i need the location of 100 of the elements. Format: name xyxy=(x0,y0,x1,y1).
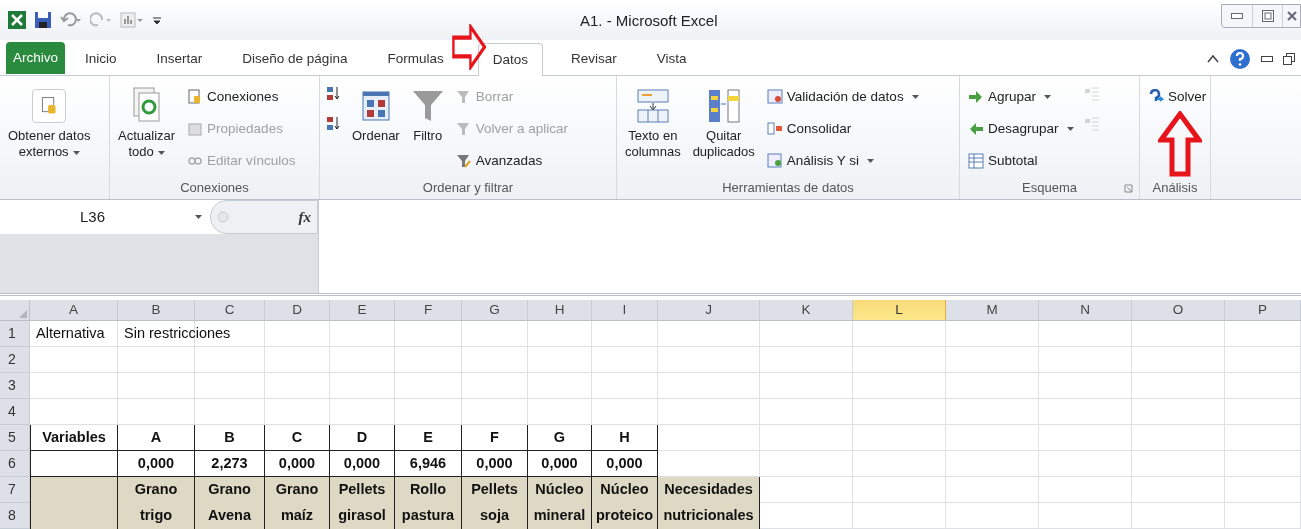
ribbon-tab[interactable]: Inicio xyxy=(71,43,131,75)
file-tab[interactable]: Archivo xyxy=(6,42,65,74)
ribbon-button[interactable]: Conexiones xyxy=(183,84,300,110)
ribbon-button[interactable]: Análisis Y si xyxy=(762,148,923,174)
ribbon-button[interactable]: Texto en columnas xyxy=(621,80,685,160)
column-header[interactable]: I xyxy=(592,300,658,320)
minimize-icon[interactable] xyxy=(1261,56,1273,62)
table-cell: A xyxy=(118,425,195,451)
table-cell xyxy=(462,373,528,399)
table-cell: E xyxy=(395,425,462,451)
row-header[interactable]: 2 xyxy=(0,347,30,373)
table-cell xyxy=(462,399,528,425)
table-icon xyxy=(766,153,783,169)
ribbon-tab[interactable]: Diseño de página xyxy=(228,43,362,75)
column-header[interactable]: A xyxy=(30,300,118,320)
table-cell: F xyxy=(462,425,528,451)
dialog-launcher-icon[interactable] xyxy=(1124,183,1133,193)
column-header[interactable]: F xyxy=(395,300,462,320)
ribbon-tab[interactable]: Insertar xyxy=(142,43,217,75)
cancel-icon xyxy=(217,211,229,223)
ribbon-tab[interactable]: Revisar xyxy=(556,43,631,75)
ribbon-button[interactable]: Quitar duplicados xyxy=(688,80,759,160)
row-header[interactable]: 8 xyxy=(0,503,30,529)
table-cell: Núcleo xyxy=(592,477,658,503)
row-header[interactable]: 1 xyxy=(0,321,30,347)
table-cell xyxy=(462,347,528,373)
ribbon-button[interactable]: Filtro xyxy=(407,80,448,144)
table-cell: mineral xyxy=(528,503,592,529)
column-header[interactable]: O xyxy=(1132,300,1225,320)
ribbon-button[interactable]: Obtener datos externos xyxy=(4,80,95,160)
table-cell: trigo xyxy=(118,503,195,529)
save-icon[interactable] xyxy=(34,11,52,29)
spreadsheet-logo-icon[interactable] xyxy=(8,11,26,29)
table-cell xyxy=(592,399,658,425)
funnel-icon xyxy=(455,121,472,137)
chart-icon[interactable] xyxy=(120,12,144,28)
column-header[interactable]: B xyxy=(118,300,195,320)
table-cell xyxy=(195,347,265,373)
ribbon-button[interactable]: Ordenar xyxy=(348,80,404,144)
arrow-right-icon xyxy=(968,89,984,105)
column-header[interactable]: M xyxy=(946,300,1039,320)
collapse-ribbon-icon[interactable] xyxy=(1207,54,1219,64)
restore-icon xyxy=(1261,10,1274,22)
ribbon-button[interactable]: Desagrupar xyxy=(964,116,1078,142)
row-header[interactable]: 3 xyxy=(0,373,30,399)
column-header[interactable]: C xyxy=(195,300,265,320)
row-header[interactable]: 7 xyxy=(0,477,30,503)
ribbon-tab[interactable]: Vista xyxy=(642,43,701,75)
column-header[interactable]: N xyxy=(1039,300,1132,320)
column-header[interactable]: L xyxy=(853,300,946,320)
table-cell: D xyxy=(330,425,395,451)
column-header[interactable]: G xyxy=(462,300,528,320)
help-icon[interactable] xyxy=(1229,48,1251,70)
table-cell: proteico xyxy=(592,503,658,529)
table-cell xyxy=(195,399,265,425)
ribbon-button[interactable]: Subtotal xyxy=(964,148,1078,174)
ribbon-tab[interactable]: Formulas xyxy=(373,43,458,75)
table-cell xyxy=(528,373,592,399)
arrow-left-icon xyxy=(968,121,984,137)
column-header[interactable]: P xyxy=(1225,300,1301,320)
ribbon-button[interactable]: Validación de datos xyxy=(762,84,923,110)
document-icon xyxy=(32,89,67,123)
group-label: Ordenar y filtrar xyxy=(422,179,514,198)
row-header[interactable]: 5 xyxy=(0,425,30,451)
table-cell: G xyxy=(528,425,592,451)
row-header[interactable]: 6 xyxy=(0,451,30,477)
group-label: Herramientas de datos xyxy=(722,179,854,198)
ribbon-button[interactable]: Actualizar todo xyxy=(114,80,180,160)
cell-text: Sin restricciones xyxy=(124,323,231,343)
funnel-icon xyxy=(455,89,472,105)
annotation-arrow xyxy=(452,24,486,70)
table-cell xyxy=(195,373,265,399)
table-cell xyxy=(330,399,395,425)
group-label: Conexiones xyxy=(180,179,249,198)
table-cell xyxy=(330,373,395,399)
column-header[interactable]: H xyxy=(528,300,592,320)
row-header[interactable]: 4 xyxy=(0,399,30,425)
restore-icon[interactable] xyxy=(1283,53,1295,65)
table-cell xyxy=(395,347,462,373)
ribbon-button[interactable]: Consolidar xyxy=(762,116,923,142)
group-label: Análisis xyxy=(1152,179,1198,198)
insert-function-button[interactable]: fx xyxy=(298,205,311,229)
table-cell xyxy=(265,373,330,399)
table-cell: C xyxy=(265,425,330,451)
close-icon xyxy=(1286,11,1297,21)
ribbon-button[interactable]: Agrupar xyxy=(964,84,1078,110)
undo-icon[interactable] xyxy=(60,12,82,28)
column-header[interactable]: J xyxy=(658,300,760,320)
name-box[interactable]: L36 xyxy=(0,200,210,234)
column-header[interactable]: E xyxy=(330,300,395,320)
close-button[interactable] xyxy=(1282,5,1300,27)
table-cell: H xyxy=(592,425,658,451)
ribbon-button[interactable]: Solver xyxy=(1144,84,1211,110)
column-header[interactable]: D xyxy=(265,300,330,320)
table-cell xyxy=(395,373,462,399)
table-icon xyxy=(635,88,670,124)
checklist-icon xyxy=(766,89,783,105)
ribbon-button[interactable]: Avanzadas xyxy=(451,148,572,174)
table-icon xyxy=(968,153,984,169)
ribbon-tab[interactable]: Datos xyxy=(477,43,543,76)
